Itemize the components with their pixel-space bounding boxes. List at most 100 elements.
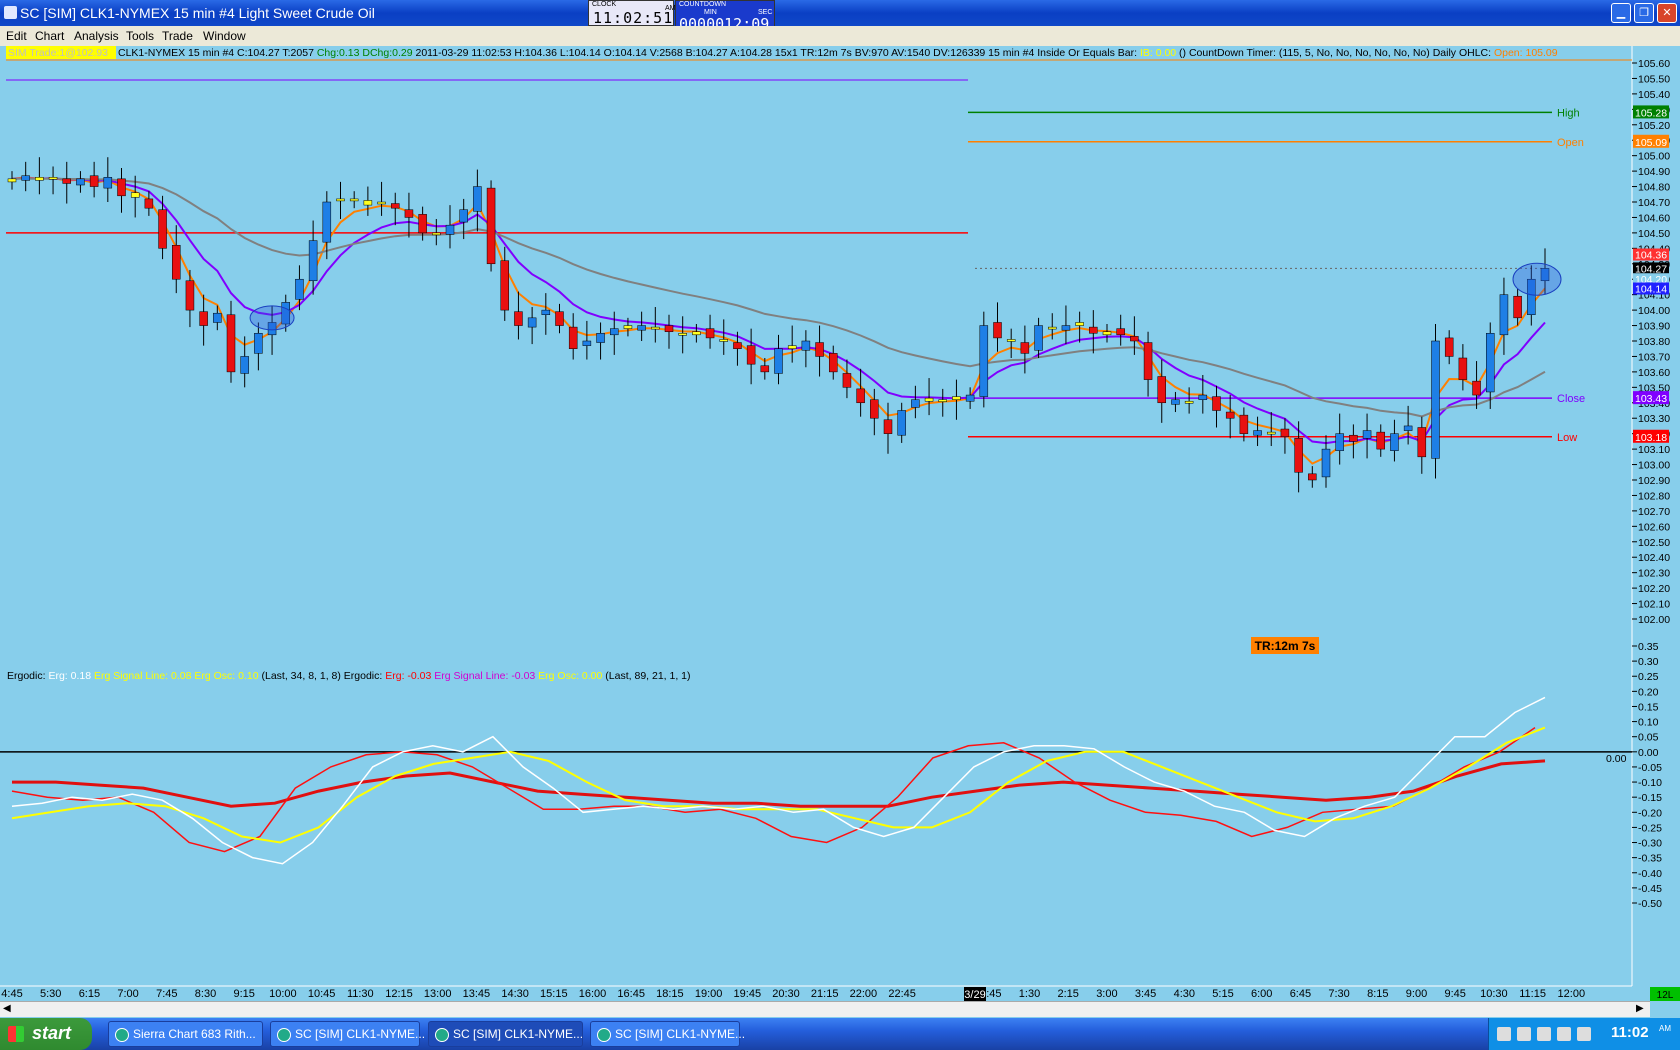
countdown-label: COUNTDOWN bbox=[679, 1, 727, 8]
menu-analysis[interactable]: Analysis bbox=[74, 29, 119, 43]
taskbar-item-chart-2[interactable]: SC [SIM] CLK1-NYME... bbox=[428, 1021, 583, 1047]
ergodic-segment: Erg: -0.03 bbox=[385, 670, 434, 682]
start-button[interactable]: start bbox=[0, 1018, 92, 1050]
candle-body bbox=[801, 340, 811, 351]
menu-edit[interactable]: Edit bbox=[6, 29, 27, 43]
candle-body bbox=[1048, 326, 1057, 330]
ergodic-info-line: Ergodic: Erg: 0.18 Erg Signal Line: 0.08… bbox=[7, 670, 691, 682]
candle-body bbox=[610, 328, 619, 336]
osc-tick-label: -0.20 bbox=[1638, 807, 1662, 819]
start-label: start bbox=[32, 1023, 72, 1043]
candle-body bbox=[787, 345, 797, 349]
candle-body bbox=[459, 209, 468, 223]
candle-body bbox=[1143, 342, 1153, 380]
candle-body bbox=[322, 201, 332, 243]
horizontal-scrollbar[interactable]: ◀ ▶ bbox=[0, 1001, 1650, 1017]
ergodic-segment: Erg Osc: 0.10 bbox=[194, 670, 261, 682]
scroll-left-icon[interactable]: ◀ bbox=[3, 1003, 11, 1014]
menu-window[interactable]: Window bbox=[203, 29, 246, 43]
scroll-right-icon[interactable]: ▶ bbox=[1636, 1003, 1644, 1014]
candle-body bbox=[527, 317, 537, 328]
info-segment: 2011-03-29 11:02:53 H:104.36 L:104.14 O:… bbox=[416, 47, 1140, 59]
osc-tick-label: 0.30 bbox=[1638, 656, 1659, 668]
candle-body bbox=[979, 325, 989, 397]
time-tick-label: 10:30 bbox=[1480, 988, 1508, 1000]
candle-body bbox=[1362, 430, 1372, 439]
candle-body bbox=[1130, 336, 1139, 342]
system-tray: 11:02 AM bbox=[1488, 1018, 1680, 1050]
time-tick-label: 10:00 bbox=[269, 988, 297, 1000]
candle-body bbox=[62, 178, 71, 184]
restore-button[interactable]: ❐ bbox=[1634, 3, 1654, 23]
candle-body bbox=[1034, 325, 1043, 351]
price-tick-label: 102.90 bbox=[1638, 475, 1670, 487]
time-tick-label: 12:15 bbox=[385, 988, 413, 1000]
menu-trade[interactable]: Trade bbox=[162, 29, 193, 43]
candle-body bbox=[1280, 428, 1290, 438]
time-tick-label: 5:15 bbox=[1212, 988, 1233, 1000]
date-marker: 3/29 bbox=[964, 987, 986, 1001]
candle-body bbox=[130, 192, 140, 198]
time-tick-label: 22:00 bbox=[850, 988, 878, 1000]
candle-body bbox=[678, 333, 687, 336]
close-button[interactable]: ✕ bbox=[1657, 3, 1677, 23]
candle-body bbox=[514, 311, 523, 326]
info-segment: IB: 0.00 bbox=[1140, 47, 1179, 59]
help-icon[interactable] bbox=[1497, 1027, 1511, 1041]
update-icon[interactable] bbox=[1577, 1027, 1591, 1041]
candle-body bbox=[1020, 342, 1030, 354]
candle-body bbox=[1458, 357, 1468, 380]
candle-body bbox=[965, 394, 975, 402]
candle-body bbox=[746, 345, 756, 365]
taskbar: start Sierra Chart 683 Rith... SC [SIM] … bbox=[0, 1018, 1680, 1050]
time-tick-label: 9:45 bbox=[1444, 988, 1465, 1000]
candle-body bbox=[213, 312, 222, 323]
app-icon bbox=[4, 6, 17, 19]
time-tick-label: 6:15 bbox=[79, 988, 100, 1000]
menu-chart[interactable]: Chart bbox=[35, 29, 64, 43]
time-tick-label: 6:45 bbox=[1290, 988, 1311, 1000]
candle-body bbox=[1102, 331, 1112, 336]
osc-tick-label: -0.05 bbox=[1638, 762, 1662, 774]
time-tick-label: 3:45 bbox=[1135, 988, 1156, 1000]
volume-icon[interactable] bbox=[1537, 1027, 1551, 1041]
price-tick-label: 102.00 bbox=[1638, 614, 1670, 626]
candle-body bbox=[486, 187, 496, 265]
security-icon[interactable] bbox=[1557, 1027, 1571, 1041]
info-segment: CLK1-NYMEX 15 min #4 C:104.27 T:2057 bbox=[118, 47, 317, 59]
candle-body bbox=[938, 399, 947, 402]
candle-body bbox=[391, 203, 400, 209]
minimize-button[interactable]: ▁ bbox=[1611, 3, 1631, 23]
taskbar-item-sierra[interactable]: Sierra Chart 683 Rith... bbox=[108, 1021, 263, 1047]
candle-body bbox=[7, 178, 17, 183]
osc-tick-label: 0.15 bbox=[1638, 701, 1659, 713]
ergodic-segment: Erg Signal Line: -0.03 bbox=[434, 670, 538, 682]
time-tick-label: 18:15 bbox=[656, 988, 684, 1000]
candle-body bbox=[1349, 434, 1358, 442]
level-label-open: Open bbox=[1557, 137, 1584, 149]
price-chart[interactable]: 105.60105.50105.40105.30105.20105.10105.… bbox=[0, 46, 1680, 1007]
study-info-line: CLK1-NYMEX 15 min #4 C:104.27 T:2057 Chg… bbox=[118, 47, 1558, 59]
candle-body bbox=[555, 311, 564, 326]
candle-body bbox=[1431, 340, 1440, 459]
candle-body bbox=[1308, 473, 1317, 481]
candle-body bbox=[815, 342, 824, 357]
candle-body bbox=[103, 177, 113, 189]
candle-body bbox=[1417, 427, 1427, 458]
candle-body bbox=[35, 177, 44, 181]
highlight-ellipse bbox=[1512, 262, 1562, 296]
taskbar-item-chart-1[interactable]: SC [SIM] CLK1-NYME... bbox=[270, 1021, 425, 1047]
price-tick-label: 103.90 bbox=[1638, 321, 1670, 333]
candle-body bbox=[1335, 433, 1344, 451]
candle-body bbox=[1472, 380, 1481, 396]
network-icon[interactable] bbox=[1517, 1027, 1531, 1041]
taskbar-item-chart-3[interactable]: SC [SIM] CLK1-NYME... bbox=[590, 1021, 745, 1047]
osc-tick-label: -0.50 bbox=[1638, 898, 1662, 910]
candle-body bbox=[829, 353, 838, 373]
clock-time: 11:02:51 bbox=[593, 9, 674, 27]
candle-body bbox=[568, 326, 578, 349]
candle-body bbox=[336, 198, 345, 202]
menu-tools[interactable]: Tools bbox=[126, 29, 154, 43]
candle-body bbox=[76, 178, 85, 186]
price-tick-label: 104.80 bbox=[1638, 182, 1670, 194]
